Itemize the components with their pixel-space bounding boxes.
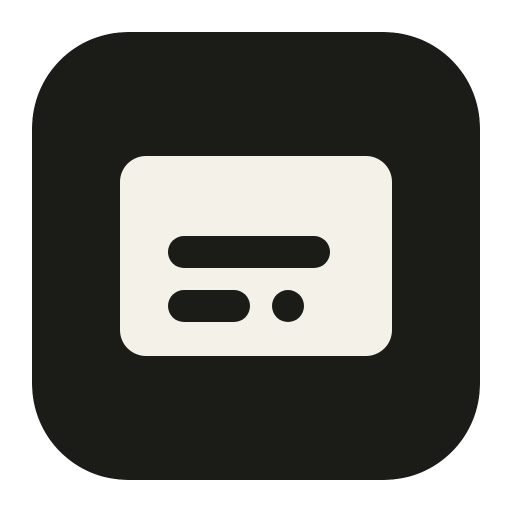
caption-line-bottom — [168, 290, 250, 322]
icon-canvas — [0, 0, 512, 512]
caption-line-top — [168, 236, 330, 268]
caption-dot — [272, 290, 304, 322]
caption-subtitles-icon — [32, 32, 480, 480]
app-icon-tile[interactable] — [32, 32, 480, 480]
